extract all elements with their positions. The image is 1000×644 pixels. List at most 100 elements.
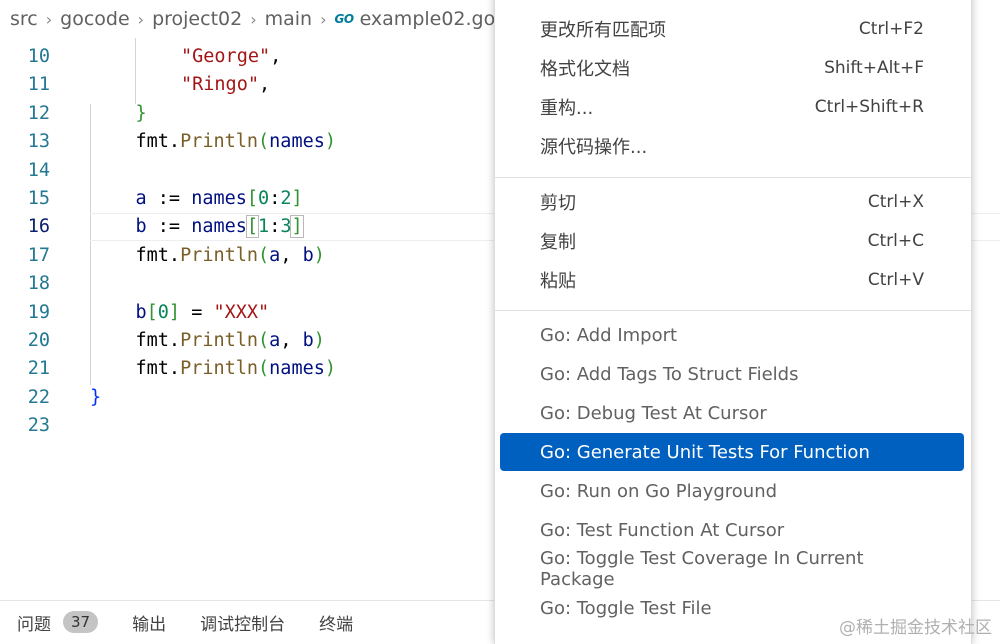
code-token: } bbox=[135, 102, 147, 124]
code-token: names bbox=[191, 216, 247, 238]
code-token: a bbox=[269, 330, 281, 351]
code-token: Println bbox=[180, 330, 259, 351]
breadcrumb-item-file[interactable]: example02.go bbox=[360, 8, 496, 30]
code-token: } bbox=[90, 386, 102, 408]
line-number: 16 bbox=[27, 216, 50, 238]
code-text: b[0] = "XXX" bbox=[136, 299, 270, 327]
breadcrumb-item-src[interactable]: src bbox=[10, 8, 38, 30]
menu-item-shortcut: Ctrl+Shift+R bbox=[814, 97, 924, 117]
chevron-right-icon: › bbox=[250, 9, 257, 29]
code-token: 0 bbox=[157, 301, 169, 323]
code-token: ( bbox=[258, 358, 270, 380]
code-text: fmt.Println(a, b) bbox=[136, 327, 325, 355]
menu-item-go-toggle-test-coverage-in-current-package[interactable]: Go: Toggle Test Coverage In Current Pack… bbox=[500, 548, 964, 590]
chevron-right-icon: › bbox=[45, 9, 53, 29]
menu-item-item-1-2[interactable]: 粘贴 Ctrl+V bbox=[500, 261, 964, 299]
code-token: := bbox=[146, 188, 192, 209]
menu-item-item-0-3[interactable]: 源代码操作... bbox=[500, 127, 964, 165]
code-token: names bbox=[269, 131, 325, 153]
menu-separator bbox=[495, 177, 971, 178]
code-text: "Ringo", bbox=[181, 71, 270, 99]
menu-item-go-add-tags-to-struct-fields[interactable]: Go: Add Tags To Struct Fields bbox=[500, 355, 964, 393]
code-text: a := names[0:2] bbox=[136, 185, 303, 213]
code-token: fmt. bbox=[135, 244, 181, 266]
menu-item-label: 复制 bbox=[540, 232, 576, 253]
code-token: fmt. bbox=[135, 358, 181, 380]
code-token: , bbox=[258, 74, 271, 96]
menu-item-go-run-on-go-playground[interactable]: Go: Run on Go Playground bbox=[500, 472, 964, 510]
menu-item-label: 格式化文档 bbox=[540, 59, 630, 80]
code-token: a bbox=[135, 188, 147, 209]
code-token: names bbox=[269, 358, 325, 380]
code-token: ] bbox=[168, 301, 181, 323]
code-token: , bbox=[270, 46, 282, 67]
code-token: a bbox=[269, 244, 281, 266]
line-number: 22 bbox=[27, 386, 50, 408]
code-token: 2 bbox=[280, 188, 292, 209]
code-text: } bbox=[90, 384, 101, 412]
code-token: b bbox=[302, 330, 314, 351]
menu-item-shortcut: Ctrl+V bbox=[867, 270, 924, 290]
tab-output[interactable]: 输出 bbox=[132, 610, 166, 635]
tab-problems[interactable]: 问题 37 bbox=[17, 610, 99, 635]
menu-item-go-add-import[interactable]: Go: Add Import bbox=[500, 316, 964, 354]
code-token: = bbox=[180, 301, 214, 323]
code-token: 3 bbox=[280, 216, 292, 238]
menu-item-go-generate-unit-tests-for-function[interactable]: Go: Generate Unit Tests For Function bbox=[500, 433, 964, 471]
tab-terminal[interactable]: 终端 bbox=[319, 610, 353, 635]
code-token: b bbox=[135, 301, 147, 323]
code-token: Println bbox=[180, 244, 259, 266]
menu-item-label: Go: Add Tags To Struct Fields bbox=[540, 363, 799, 385]
breadcrumb-item-project02[interactable]: project02 bbox=[152, 8, 242, 30]
menu-item-shortcut: Ctrl+C bbox=[867, 231, 924, 251]
line-number: 17 bbox=[27, 244, 50, 266]
menu-item-label: 粘贴 bbox=[540, 271, 576, 292]
tab-debug-console[interactable]: 调试控制台 bbox=[200, 610, 285, 635]
code-text: fmt.Println(a, b) bbox=[136, 242, 325, 270]
line-number: 19 bbox=[27, 301, 50, 323]
code-token: "George" bbox=[181, 46, 271, 67]
line-number: 14 bbox=[27, 159, 50, 181]
code-text: } bbox=[136, 100, 147, 128]
code-token: fmt. bbox=[135, 131, 181, 153]
code-token: ) bbox=[324, 358, 337, 380]
problems-count-badge: 37 bbox=[63, 611, 99, 633]
menu-item-item-0-2[interactable]: 重构... Ctrl+Shift+R bbox=[500, 88, 964, 126]
code-token: 1 bbox=[258, 216, 270, 238]
menu-item-go-test-function-at-cursor[interactable]: Go: Test Function At Cursor bbox=[500, 511, 964, 549]
code-token: 0 bbox=[258, 188, 270, 209]
menu-item-label: 重构... bbox=[540, 98, 594, 119]
code-token: [ bbox=[146, 301, 158, 323]
line-number: 23 bbox=[27, 415, 50, 437]
chevron-right-icon: › bbox=[320, 9, 327, 29]
line-number: 18 bbox=[27, 273, 50, 295]
breadcrumb-item-gocode[interactable]: gocode bbox=[60, 8, 130, 30]
code-token: ) bbox=[324, 131, 337, 153]
code-token: : bbox=[269, 188, 281, 209]
code-token: , bbox=[280, 244, 303, 266]
code-token: Println bbox=[180, 358, 259, 380]
tab-label: 终端 bbox=[319, 614, 354, 635]
menu-item-item-0-1[interactable]: 格式化文档 Shift+Alt+F bbox=[500, 49, 964, 87]
breadcrumb-item-main[interactable]: main bbox=[265, 8, 312, 30]
code-text: b := names[1:3] bbox=[136, 213, 304, 241]
go-file-icon: GO bbox=[334, 12, 355, 26]
menu-item-label: Go: Generate Unit Tests For Function bbox=[540, 441, 870, 463]
menu-item-item-1-1[interactable]: 复制 Ctrl+C bbox=[500, 222, 964, 260]
code-text: "George", bbox=[181, 43, 281, 71]
code-text: fmt.Println(names) bbox=[136, 128, 337, 156]
code-token: [ bbox=[245, 215, 260, 239]
menu-item-go-debug-test-at-cursor[interactable]: Go: Debug Test At Cursor bbox=[500, 394, 964, 432]
menu-item-shortcut: Shift+Alt+F bbox=[824, 58, 924, 78]
menu-item-shortcut: Ctrl+F2 bbox=[858, 19, 924, 39]
menu-item-label: 更改所有匹配项 bbox=[540, 20, 666, 41]
menu-item-item-1-0[interactable]: 剪切 Ctrl+X bbox=[500, 183, 964, 221]
code-token: b bbox=[302, 244, 314, 266]
code-token: ) bbox=[313, 330, 325, 351]
line-number: 10 bbox=[27, 46, 50, 67]
menu-item-label: Go: Run on Go Playground bbox=[540, 480, 778, 502]
menu-item-label: Go: Toggle Test Coverage In Current Pack… bbox=[540, 548, 864, 590]
context-menu: 更改所有匹配项 Ctrl+F2 格式化文档 Shift+Alt+F 重构... Ctrl+… bbox=[494, 0, 972, 644]
code-token: fmt. bbox=[135, 330, 181, 351]
menu-item-item-0-0[interactable]: 更改所有匹配项 Ctrl+F2 bbox=[500, 10, 964, 48]
